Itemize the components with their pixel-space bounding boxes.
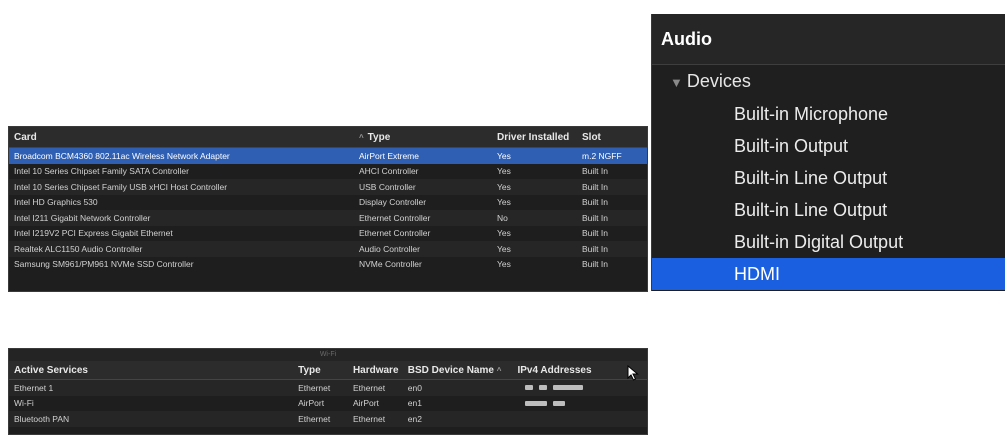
- cell-bsd-device-name: en0: [407, 382, 422, 393]
- redaction-bar: [553, 385, 584, 391]
- devices-group-label: Devices: [686, 71, 751, 91]
- cell-service: Bluetooth PAN: [14, 413, 70, 424]
- cell-card: Intel HD Graphics 530: [14, 197, 98, 208]
- cell-card: Intel I219V2 PCI Express Gigabit Etherne…: [14, 228, 173, 239]
- cell-hardware: Ethernet: [352, 382, 386, 393]
- redaction-bar: [539, 385, 548, 391]
- audio-device-list: Built-in Microphone Built-in Output Built-…: [652, 98, 1005, 290]
- audio-device-item[interactable]: HDMI: [652, 258, 1005, 290]
- cell-service: Ethernet 1: [14, 382, 54, 393]
- table-row[interactable]: Realtek ALC1150 Audio Controller Audio Co…: [9, 241, 647, 257]
- cell-type: Ethernet Controller: [359, 212, 431, 223]
- audio-section-title: Audio: [652, 14, 1005, 65]
- redacted-ip-blocks: [517, 385, 647, 391]
- column-header-bsd-device-name[interactable]: BSD Device Name ^: [403, 365, 513, 376]
- sort-ascending-icon: ^: [496, 365, 502, 375]
- audio-device-item[interactable]: Built-in Output: [652, 130, 1005, 162]
- pci-cards-table: Card ^ Type Driver Installed Slot Broadco…: [8, 126, 648, 292]
- cell-slot: m.2 NGFF: [582, 150, 622, 161]
- cell-type: Ethernet Controller: [359, 228, 431, 239]
- redaction-bar: [525, 400, 548, 406]
- column-header-type-label: Type: [367, 131, 391, 143]
- column-header-type[interactable]: ^ Type: [354, 132, 492, 143]
- cell-slot: Built In: [582, 181, 608, 192]
- audio-device-item[interactable]: Built-in Line Output: [652, 194, 1005, 226]
- redaction-bar: [553, 400, 566, 406]
- audio-device-item[interactable]: Built-in Microphone: [652, 98, 1005, 130]
- cell-card: Realtek ALC1150 Audio Controller: [14, 243, 143, 254]
- cell-card: Intel 10 Series Chipset Family USB xHCI …: [14, 181, 228, 192]
- cell-slot: Built In: [582, 212, 608, 223]
- cell-bsd-device-name: en2: [407, 413, 422, 424]
- cell-slot: Built In: [582, 197, 608, 208]
- column-header-active-services[interactable]: Active Services: [9, 365, 293, 376]
- table-row[interactable]: Samsung SM961/PM961 NVMe SSD Controller N…: [9, 257, 647, 273]
- cell-card: Intel I211 Gigabit Network Controller: [14, 212, 151, 223]
- column-header-driver-installed[interactable]: Driver Installed: [492, 132, 577, 143]
- column-header-bsd-label: BSD Device Name: [407, 364, 494, 376]
- network-table-title: Wi-Fi: [9, 349, 647, 361]
- mouse-pointer-icon: [627, 365, 639, 381]
- table-row[interactable]: Intel I211 Gigabit Network Controller Eth…: [9, 210, 647, 226]
- table-row[interactable]: Ethernet 1 Ethernet Ethernet en0: [9, 380, 647, 396]
- table-row[interactable]: Intel 10 Series Chipset Family SATA Cont…: [9, 164, 647, 180]
- cell-type: AirPort Extreme: [359, 150, 419, 161]
- column-header-hardware[interactable]: Hardware: [348, 365, 403, 376]
- table-row[interactable]: Intel I219V2 PCI Express Gigabit Etherne…: [9, 226, 647, 242]
- cell-type: Ethernet: [298, 413, 331, 424]
- devices-group[interactable]: ▼ Devices: [652, 65, 1005, 98]
- table-row[interactable]: Intel HD Graphics 530 Display Controller Y…: [9, 195, 647, 211]
- network-table-header: Active Services Type Hardware BSD Device…: [9, 361, 647, 380]
- cell-bsd-device-name: en1: [407, 398, 422, 409]
- column-header-type[interactable]: Type: [293, 365, 348, 376]
- cell-slot: Built In: [582, 243, 608, 254]
- cell-driver-installed: No: [497, 212, 508, 223]
- cell-card: Broadcom BCM4360 802.11ac Wireless Netwo…: [14, 150, 230, 161]
- cell-driver-installed: Yes: [497, 150, 511, 161]
- pci-table-header: Card ^ Type Driver Installed Slot: [9, 127, 647, 148]
- cell-card: Samsung SM961/PM961 NVMe SSD Controller: [14, 259, 194, 270]
- cell-driver-installed: Yes: [497, 181, 511, 192]
- cell-type: USB Controller: [359, 181, 416, 192]
- cell-slot: Built In: [582, 228, 608, 239]
- cell-type: Audio Controller: [359, 243, 420, 254]
- cell-hardware: Ethernet: [352, 413, 386, 424]
- redaction-bar: [525, 385, 534, 391]
- cell-ipv4-redacted: [512, 385, 647, 391]
- cell-type: NVMe Controller: [359, 259, 422, 270]
- cell-driver-installed: Yes: [497, 197, 511, 208]
- cell-driver-installed: Yes: [497, 243, 511, 254]
- network-services-table: Wi-Fi Active Services Type Hardware BSD …: [8, 348, 648, 435]
- cell-type: Display Controller: [359, 197, 427, 208]
- cell-card: Intel 10 Series Chipset Family SATA Cont…: [14, 166, 189, 177]
- cell-type: AirPort: [298, 398, 325, 409]
- redacted-ip-blocks: [517, 400, 647, 406]
- audio-device-item[interactable]: Built-in Digital Output: [652, 226, 1005, 258]
- cell-driver-installed: Yes: [497, 259, 511, 270]
- cell-driver-installed: Yes: [497, 166, 511, 177]
- cell-service: Wi-Fi: [14, 398, 34, 409]
- cell-ipv4-redacted: [512, 400, 647, 406]
- table-row[interactable]: Wi-Fi AirPort AirPort en1: [9, 396, 647, 412]
- pci-table-body: Broadcom BCM4360 802.11ac Wireless Netwo…: [9, 148, 647, 272]
- audio-device-item[interactable]: Built-in Line Output: [652, 162, 1005, 194]
- column-header-card[interactable]: Card: [9, 132, 354, 143]
- network-table-body: Ethernet 1 Ethernet Ethernet en0 Wi-Fi AirPor…: [9, 380, 647, 427]
- table-row[interactable]: Intel 10 Series Chipset Family USB xHCI …: [9, 179, 647, 195]
- cell-type: AHCI Controller: [359, 166, 419, 177]
- table-row[interactable]: Bluetooth PAN Ethernet Ethernet en2: [9, 411, 647, 427]
- cell-hardware: AirPort: [352, 398, 379, 409]
- cell-slot: Built In: [582, 166, 608, 177]
- table-row[interactable]: Broadcom BCM4360 802.11ac Wireless Netwo…: [9, 148, 647, 164]
- sort-ascending-icon: ^: [359, 132, 364, 142]
- cell-type: Ethernet: [298, 382, 331, 393]
- audio-panel: Audio ▼ Devices Built-in Microphone Built-…: [651, 14, 1005, 291]
- cell-driver-installed: Yes: [497, 228, 511, 239]
- disclosure-triangle-icon[interactable]: ▼: [670, 75, 683, 90]
- column-header-slot[interactable]: Slot: [577, 132, 647, 143]
- cell-slot: Built In: [582, 259, 608, 270]
